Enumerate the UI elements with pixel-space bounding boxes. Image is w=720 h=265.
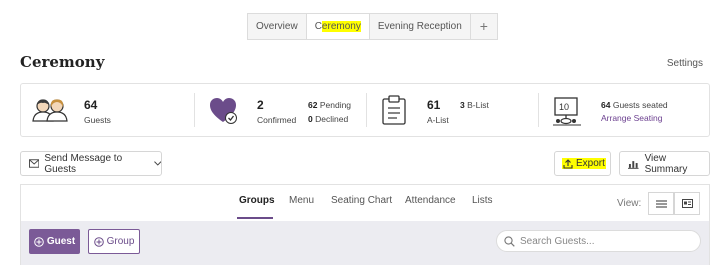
export-label: Export	[576, 158, 605, 169]
stat-guests: 64 Guests	[21, 84, 193, 136]
tab-ceremony[interactable]: Ceremony	[306, 14, 370, 39]
add-group-label: Group	[106, 236, 135, 247]
seated-stat: 64 Guests seated	[601, 100, 668, 110]
envelope-icon	[29, 159, 40, 168]
stats-card: 64 Guests 2 Confirmed 62 Pending 0 Decli…	[20, 83, 710, 137]
send-message-button[interactable]: Send Message to Guests	[20, 151, 162, 176]
seated-label: Guests seated	[612, 100, 668, 110]
export-highlight: Export	[562, 158, 606, 169]
bar-chart-icon	[628, 160, 639, 169]
send-message-label: Send Message to Guests	[44, 152, 123, 175]
view-summary-label: View Summary	[644, 152, 688, 175]
seating-chart-icon: 10	[553, 97, 581, 126]
plus-circle-icon	[34, 236, 44, 247]
pending-count: 62	[308, 100, 318, 110]
arrange-seating-link[interactable]: Arrange Seating	[601, 113, 662, 123]
list-view-button[interactable]	[648, 192, 674, 215]
tab-overview[interactable]: Overview	[248, 14, 307, 39]
declined-label: Declined	[315, 114, 349, 124]
plus-circle-icon	[93, 236, 104, 247]
search-box	[496, 230, 701, 252]
guests-count: 64	[84, 98, 98, 112]
clipboard-icon	[382, 95, 406, 125]
confirmed-count: 2	[257, 98, 264, 112]
guests-label: Guests	[84, 115, 111, 125]
add-guest-button[interactable]: Guest	[29, 229, 80, 254]
tab-label-prefix: C	[314, 21, 322, 32]
active-tab-indicator	[237, 217, 273, 219]
tab-menu[interactable]: Menu	[289, 195, 314, 206]
page-title: Ceremony	[20, 53, 105, 71]
upload-icon	[563, 158, 573, 169]
add-guest-label: Guest	[46, 236, 76, 247]
confirmed-label: Confirmed	[257, 115, 297, 125]
heart-check-icon	[210, 98, 237, 124]
declined-stat: 0 Declined	[308, 114, 348, 124]
tab-groups[interactable]: Groups	[239, 195, 275, 206]
pending-label: Pending	[319, 100, 352, 110]
plus-icon: +	[479, 18, 488, 34]
card-view-button[interactable]	[674, 192, 700, 215]
tab-label: Evening Reception	[377, 21, 462, 32]
tab-lists[interactable]: Lists	[472, 195, 493, 206]
tab-evening-reception[interactable]: Evening Reception	[370, 14, 471, 39]
declined-count: 0	[308, 114, 313, 124]
add-event-tab-button[interactable]: +	[471, 14, 497, 39]
tab-label-highlight: eremony	[321, 21, 361, 32]
seated-count: 64	[601, 100, 611, 110]
a-list-label: A-List	[427, 115, 449, 125]
pending-stat: 62 Pending	[308, 100, 351, 110]
view-label: View:	[617, 198, 642, 209]
tab-label: Overview	[256, 21, 298, 32]
b-list-stat: 3 B-List	[460, 100, 489, 110]
stat-seating: 10 64 Guests seated Arrange Seating	[539, 84, 709, 136]
stat-rsvp: 2 Confirmed 62 Pending 0 Declined	[195, 84, 365, 136]
guests-icon	[32, 99, 68, 122]
add-group-button[interactable]: Group	[88, 229, 140, 254]
tab-seating-chart[interactable]: Seating Chart	[331, 195, 392, 206]
b-list-count: 3	[460, 100, 465, 110]
stat-lists: 61 A-List 3 B-List	[367, 84, 537, 136]
event-tabs: Overview Ceremony Evening Reception +	[247, 13, 498, 40]
a-list-count: 61	[427, 98, 441, 112]
card-icon	[681, 199, 693, 208]
view-summary-button[interactable]: View Summary	[619, 151, 710, 176]
chevron-down-icon	[153, 161, 161, 166]
export-button[interactable]: Export	[554, 151, 611, 176]
tab-attendance[interactable]: Attendance	[405, 195, 456, 206]
settings-link[interactable]: Settings	[667, 58, 703, 69]
b-list-label: B-List	[467, 100, 489, 110]
list-icon	[655, 199, 667, 208]
search-icon	[504, 235, 515, 247]
search-input[interactable]	[520, 235, 690, 247]
svg-text:10: 10	[559, 102, 569, 112]
